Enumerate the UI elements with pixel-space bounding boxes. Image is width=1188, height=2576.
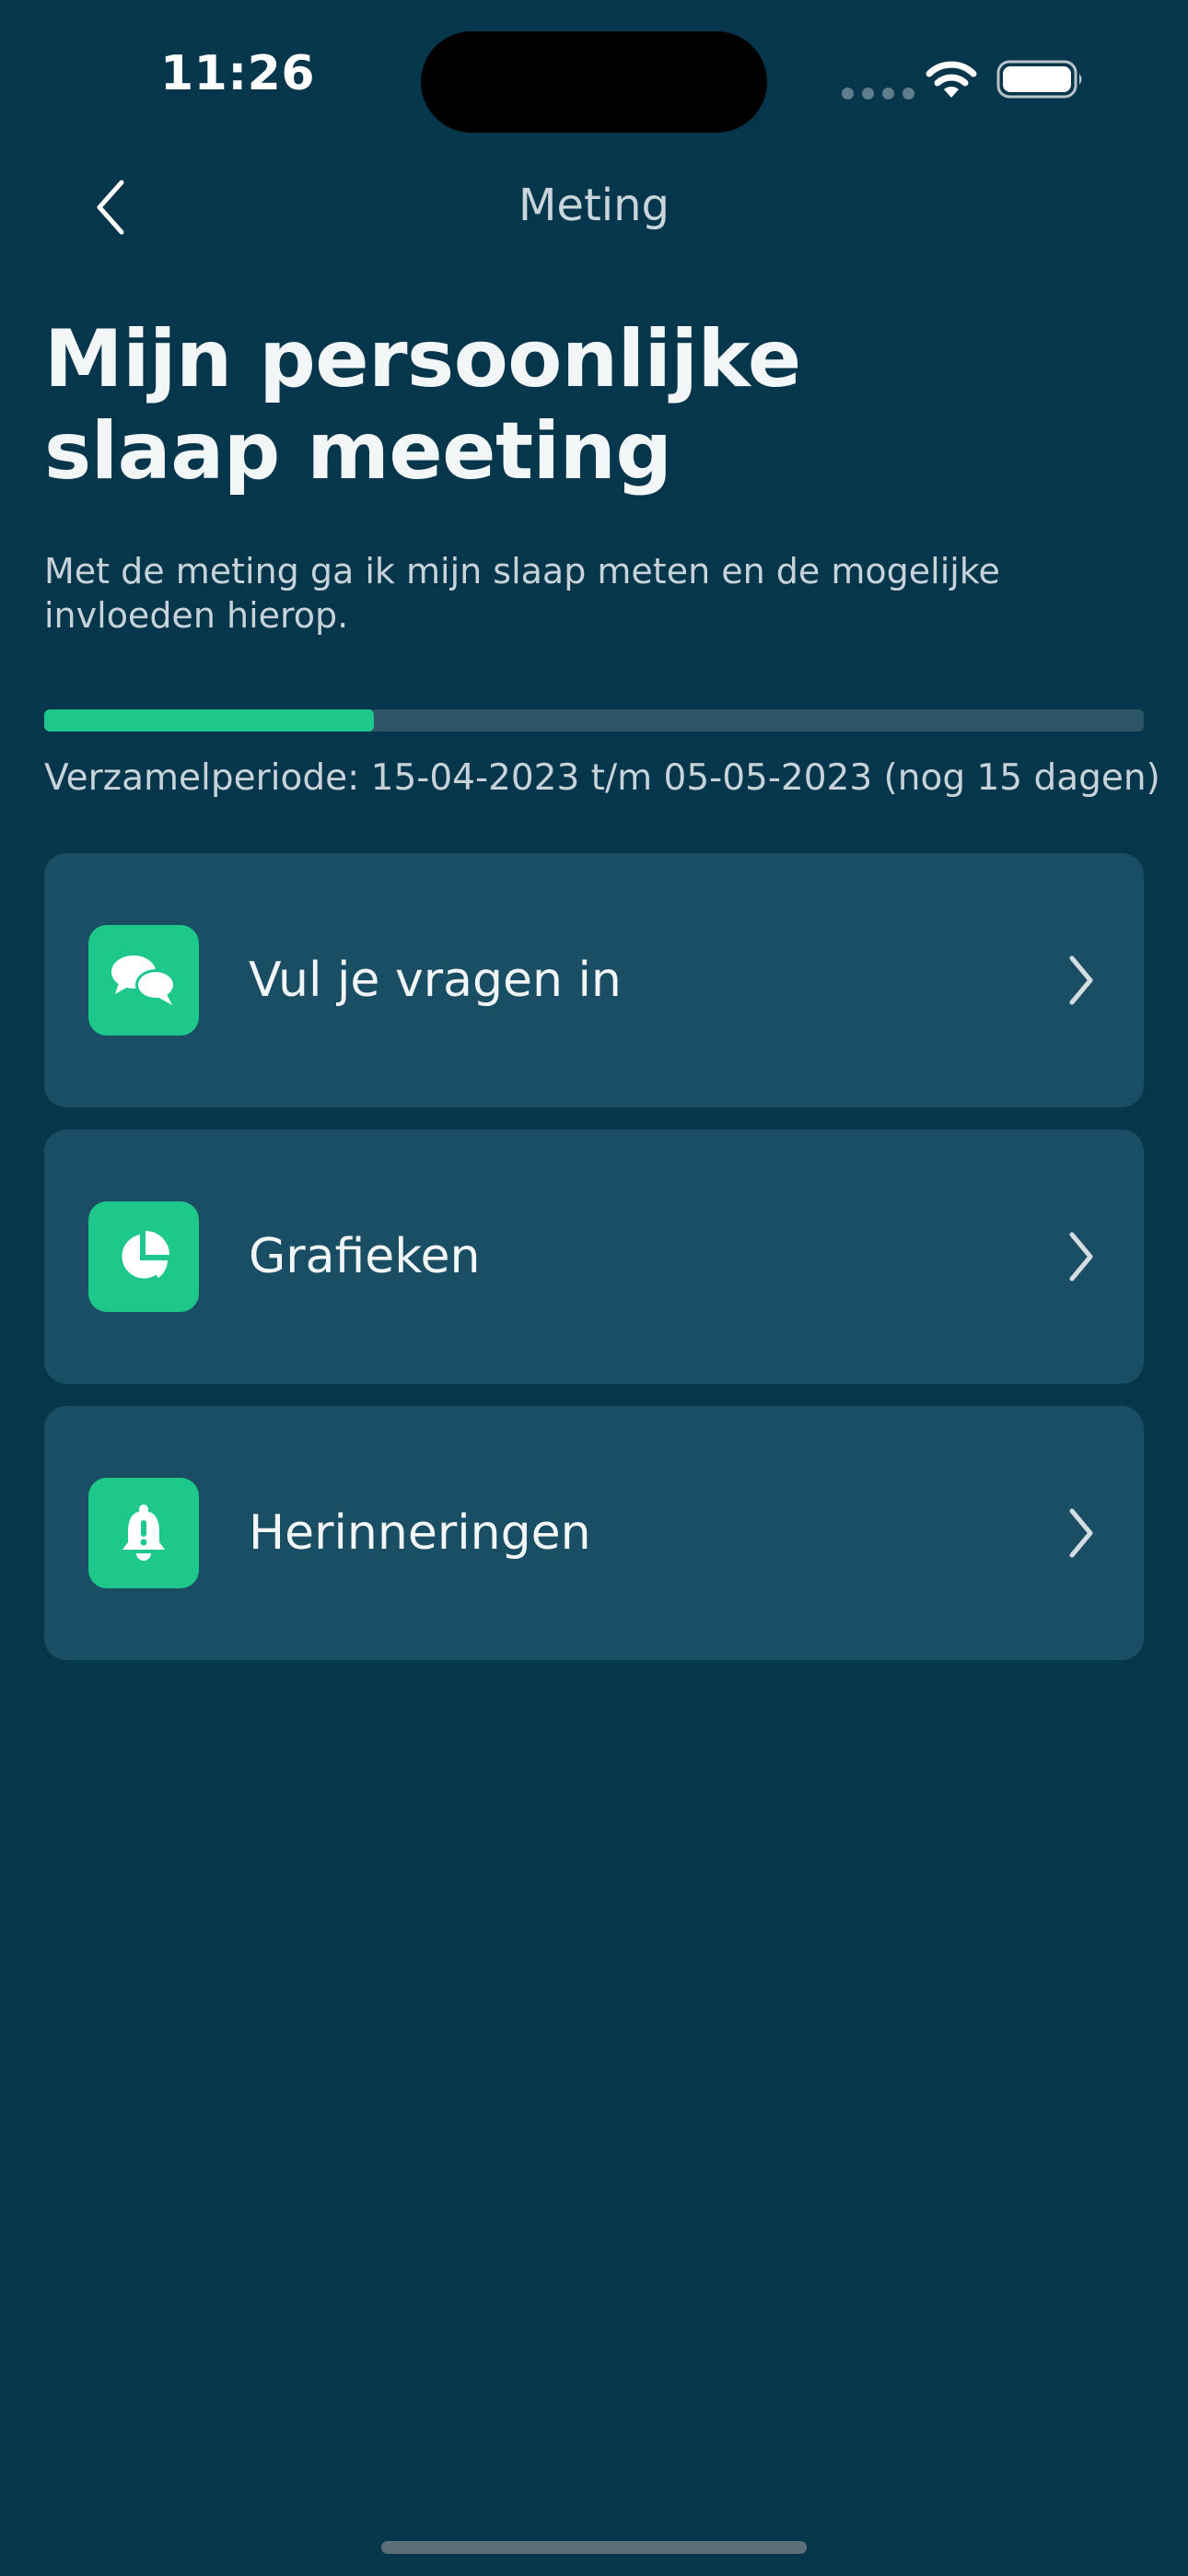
status-time: 11:26: [160, 46, 316, 101]
dynamic-island: [421, 31, 767, 133]
menu-item-label: Vul je vragen in: [249, 953, 622, 1008]
bell-icon: [122, 1505, 165, 1561]
nav-title: Meting: [518, 180, 670, 231]
page-title-line-1: Mijn persoonlijke: [44, 313, 801, 405]
menu-item-charts[interactable]: Grafieken: [44, 1130, 1144, 1384]
menu-icon-tile: [88, 925, 199, 1036]
collection-period-text: Verzamelperiode: 15-04-2023 t/m 05-05-20…: [44, 757, 1160, 799]
cellular-signal-icon: [842, 88, 914, 100]
menu-item-label: Grafieken: [249, 1229, 481, 1284]
chevron-right-icon: [1069, 1508, 1093, 1558]
chat-bubbles-icon: [111, 955, 176, 1005]
page-title: Mijn persoonlijke slaap meeting: [44, 313, 801, 498]
page-title-line-2: slaap meeting: [44, 405, 672, 498]
chevron-right-icon: [1069, 1232, 1093, 1282]
menu-icon-tile: [88, 1201, 199, 1312]
home-indicator[interactable]: [381, 2541, 807, 2554]
progress-fill: [44, 709, 375, 732]
menu-item-questions[interactable]: Vul je vragen in: [44, 853, 1144, 1107]
wifi-icon: [926, 61, 977, 98]
battery-icon: [996, 60, 1082, 99]
chevron-right-icon: [1069, 955, 1093, 1005]
collection-progress-bar: [44, 709, 1144, 732]
pie-chart-icon: [122, 1231, 169, 1279]
menu-item-reminders[interactable]: Herinneringen: [44, 1406, 1144, 1660]
page-subtitle: Met de meting ga ik mijn slaap meten en …: [44, 551, 1000, 636]
menu-item-label: Herinneringen: [249, 1505, 591, 1561]
menu-icon-tile: [88, 1478, 199, 1588]
